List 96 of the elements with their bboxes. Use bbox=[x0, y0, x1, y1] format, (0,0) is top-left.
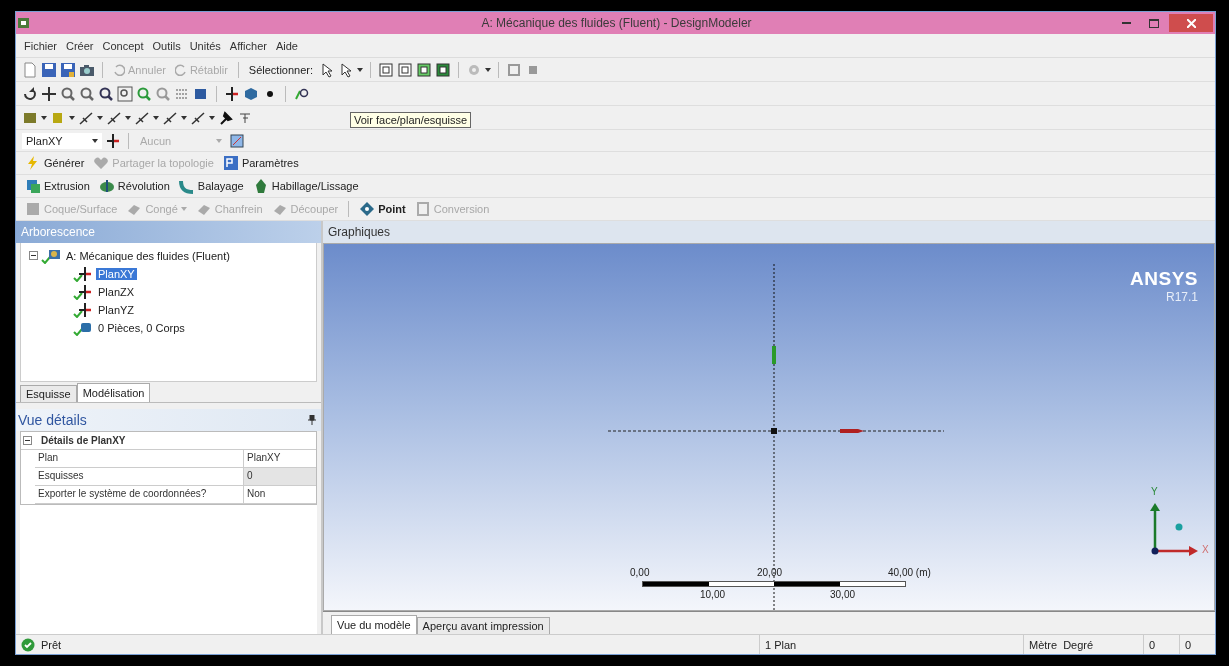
menu-item[interactable]: Créer bbox=[66, 39, 94, 52]
point-icon[interactable] bbox=[359, 201, 376, 217]
maximize-icon bbox=[1149, 18, 1159, 28]
caret-icon bbox=[216, 138, 222, 143]
collapse-toggle[interactable] bbox=[29, 251, 38, 260]
sketch-line-icon[interactable] bbox=[78, 109, 94, 126]
scale-label: 20,00 bbox=[757, 567, 783, 578]
triad-drawing bbox=[1149, 501, 1199, 557]
status-text: Degré bbox=[1063, 638, 1094, 651]
caret-icon[interactable] bbox=[92, 138, 98, 143]
axis-label: X bbox=[1202, 544, 1209, 555]
menu-item[interactable]: Fichier bbox=[24, 39, 57, 52]
plane-icon[interactable] bbox=[224, 85, 240, 102]
scale-label: 30,00 bbox=[830, 589, 856, 600]
select-label: Sélectionner: bbox=[247, 63, 315, 76]
tab[interactable]: Modélisation bbox=[76, 382, 151, 402]
caret-icon[interactable] bbox=[153, 115, 159, 120]
toolbar-button[interactable]: Générer bbox=[22, 155, 88, 171]
model-icon[interactable] bbox=[41, 247, 61, 264]
zoom-box-icon[interactable] bbox=[117, 85, 133, 102]
toolbar-button[interactable]: Paramètres bbox=[219, 155, 302, 171]
minimize-icon bbox=[1121, 22, 1131, 24]
caret-icon bbox=[180, 207, 187, 211]
panel-header: Arborescence bbox=[16, 221, 321, 243]
zoom-icon[interactable] bbox=[79, 85, 95, 102]
toolbar-button[interactable]: Révolution bbox=[95, 178, 173, 194]
caret-icon[interactable] bbox=[209, 115, 215, 120]
tree-item[interactable]: PlanZX bbox=[96, 285, 137, 298]
sweep-icon[interactable] bbox=[178, 178, 195, 194]
logo: ANSYS R17.1 bbox=[1130, 268, 1198, 304]
tab[interactable]: Vue du modèle bbox=[331, 615, 417, 634]
plane-icon bbox=[73, 283, 93, 300]
tree-item[interactable]: A: Mécanique des fluides (Fluent) bbox=[64, 249, 232, 262]
caret-icon[interactable] bbox=[125, 115, 131, 120]
sketch-line-icon[interactable] bbox=[106, 109, 122, 126]
caret-icon[interactable] bbox=[97, 115, 103, 120]
graphics-header: Graphiques bbox=[323, 221, 1215, 243]
menu-item[interactable]: Unités bbox=[189, 39, 221, 52]
status-text: Mètre bbox=[1029, 638, 1058, 651]
app-icon bbox=[16, 16, 30, 30]
undo-icon bbox=[113, 63, 125, 76]
status-text: Prêt bbox=[41, 638, 62, 651]
sketch-line-icon[interactable] bbox=[162, 109, 178, 126]
check-icon bbox=[21, 637, 35, 652]
plane-dropdown[interactable]: PlanXY bbox=[22, 132, 102, 149]
status-text: 0 bbox=[1185, 638, 1192, 651]
tree-item[interactable]: PlanYZ bbox=[96, 303, 137, 316]
rotate-icon[interactable] bbox=[22, 85, 38, 102]
revolve-icon[interactable] bbox=[98, 178, 115, 194]
toolbar-button[interactable]: Extrusion bbox=[22, 178, 93, 194]
caret-icon[interactable] bbox=[41, 115, 47, 120]
menu-item[interactable]: Outils bbox=[152, 39, 181, 52]
save-as-icon[interactable] bbox=[60, 61, 76, 78]
window-title: A: Mécanique des fluides (Fluent) - DesignModeler bbox=[480, 16, 753, 30]
caret-icon[interactable] bbox=[357, 67, 364, 72]
toolbar-button[interactable]: Point bbox=[356, 201, 409, 217]
toolbar-button[interactable]: Habillage/Lissage bbox=[249, 178, 362, 194]
tooltip: Voir face/plan/esquisse bbox=[350, 112, 472, 128]
plane-icon[interactable] bbox=[105, 132, 121, 149]
save-icon[interactable] bbox=[41, 61, 57, 78]
extrude-icon[interactable] bbox=[25, 178, 41, 194]
box-select-icon[interactable] bbox=[378, 61, 395, 78]
status-text: 1 Plan bbox=[765, 638, 797, 651]
tree-item[interactable]: PlanXY bbox=[96, 267, 137, 280]
menu-item[interactable]: Afficher bbox=[229, 39, 267, 52]
collapse-toggle[interactable] bbox=[23, 435, 32, 445]
zoom-icon[interactable] bbox=[60, 85, 76, 102]
sketch-line-icon[interactable] bbox=[190, 109, 206, 126]
plane-icon bbox=[73, 301, 93, 318]
caret-icon[interactable] bbox=[69, 115, 75, 120]
details-header: Vue détails bbox=[16, 408, 321, 431]
plane-icon bbox=[73, 265, 93, 282]
box-select-icon[interactable] bbox=[397, 61, 414, 78]
status-text: 0 bbox=[1149, 638, 1156, 651]
zoom-icon[interactable] bbox=[98, 85, 114, 102]
sketch-icon[interactable] bbox=[229, 132, 245, 149]
close-button[interactable] bbox=[1169, 14, 1213, 32]
box-select-icon[interactable] bbox=[435, 61, 452, 78]
move-icon[interactable] bbox=[41, 85, 57, 102]
tab[interactable]: Aperçu avant impression bbox=[416, 617, 550, 634]
sketch-line-icon[interactable] bbox=[134, 109, 150, 126]
box-select-icon[interactable] bbox=[416, 61, 433, 78]
close-icon bbox=[1186, 18, 1196, 28]
scale-label: 40,00 (m) bbox=[888, 567, 931, 578]
menu-item[interactable]: Concept bbox=[102, 39, 144, 52]
toolbar-button[interactable]: Balayage bbox=[175, 178, 247, 194]
parameters-icon[interactable] bbox=[222, 155, 239, 171]
tree-item[interactable]: 0 Pièces, 0 Corps bbox=[96, 321, 187, 334]
scale-label: 10,00 bbox=[700, 589, 726, 600]
caret-icon[interactable] bbox=[181, 115, 187, 120]
axis-label: Y bbox=[1151, 486, 1158, 497]
tab[interactable]: Esquisse bbox=[20, 384, 77, 402]
scale-label: 0,00 bbox=[630, 567, 650, 578]
caret-icon[interactable] bbox=[485, 67, 492, 72]
redo-icon bbox=[174, 63, 187, 76]
menu-item[interactable]: Aide bbox=[275, 39, 298, 52]
